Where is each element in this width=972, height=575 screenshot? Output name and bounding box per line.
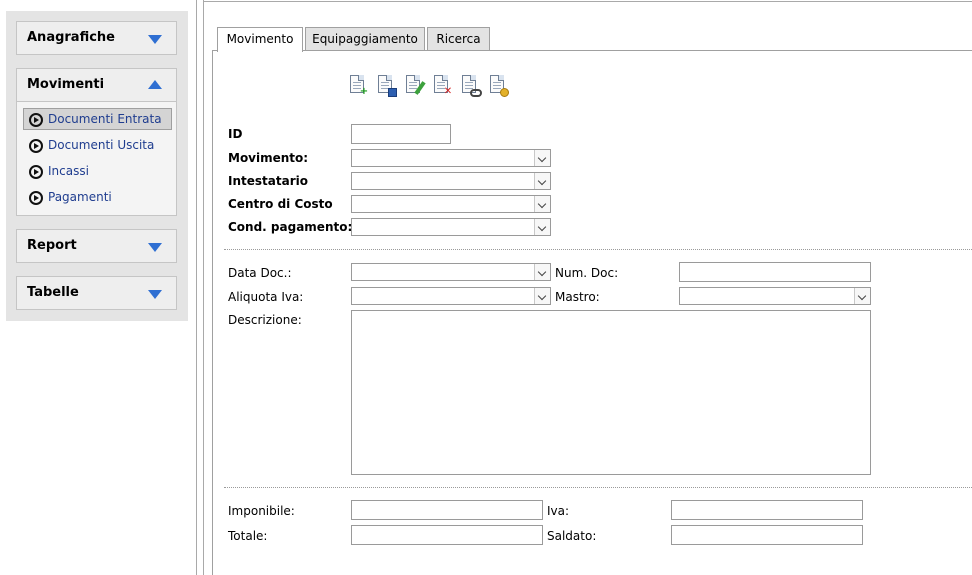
chevron-down-icon: [148, 290, 162, 299]
edit-document-icon[interactable]: [405, 75, 426, 97]
sidebar-item-documenti-uscita[interactable]: Documenti Uscita: [23, 134, 172, 156]
search-document-icon[interactable]: [461, 75, 482, 97]
section-divider: [224, 487, 972, 488]
sidebar-item-label: Documenti Entrata: [48, 112, 162, 126]
intestatario-select[interactable]: [351, 172, 551, 190]
delete-document-icon[interactable]: ✕: [433, 75, 453, 97]
accordion-tabelle[interactable]: Tabelle: [16, 276, 177, 310]
centro-costo-select[interactable]: [351, 195, 551, 213]
descrizione-label: Descrizione:: [228, 313, 302, 327]
cond-pagamento-label: Cond. pagamento:: [228, 220, 353, 234]
accordion-anagrafiche[interactable]: Anagrafiche: [16, 21, 177, 55]
print-document-icon[interactable]: [489, 75, 509, 97]
chevron-down-icon[interactable]: [534, 219, 550, 235]
accordion-movimenti-label: Movimenti: [27, 77, 105, 92]
descrizione-textarea[interactable]: [351, 310, 871, 475]
save-document-icon[interactable]: [377, 75, 397, 97]
sidebar-item-incassi[interactable]: Incassi: [23, 160, 172, 182]
tab-movimento[interactable]: Movimento: [217, 27, 303, 52]
saldato-field[interactable]: [671, 525, 863, 545]
num-doc-label: Num. Doc:: [555, 266, 619, 280]
play-circle-icon: [29, 139, 43, 153]
accordion-tabelle-label: Tabelle: [27, 285, 79, 300]
chevron-up-icon: [148, 80, 162, 89]
data-doc-label: Data Doc.:: [228, 266, 292, 280]
tab-equipaggiamento-label: Equipaggiamento: [312, 32, 418, 46]
tab-movimento-label: Movimento: [226, 32, 294, 46]
cond-pagamento-select[interactable]: [351, 218, 551, 236]
aliquota-iva-label: Aliquota Iva:: [228, 290, 304, 304]
movimento-select[interactable]: [351, 149, 551, 167]
sidebar-item-label: Incassi: [48, 164, 89, 178]
accordion-movimenti[interactable]: Movimenti: [16, 68, 177, 102]
totale-field[interactable]: [351, 525, 543, 545]
accordion-report[interactable]: Report: [16, 229, 177, 263]
id-field[interactable]: [351, 124, 451, 144]
chevron-down-icon[interactable]: [534, 264, 550, 280]
sidebar-item-label: Documenti Uscita: [48, 138, 155, 152]
sidebar-item-label: Pagamenti: [48, 190, 112, 204]
mastro-select[interactable]: [679, 287, 871, 305]
totale-label: Totale:: [228, 529, 268, 543]
splitter-bar[interactable]: [196, 0, 197, 575]
aliquota-iva-select[interactable]: [351, 287, 551, 305]
chevron-down-icon[interactable]: [534, 150, 550, 166]
sidebar-item-documenti-entrata[interactable]: Documenti Entrata: [23, 108, 172, 130]
top-border: [203, 1, 972, 2]
centro-costo-label: Centro di Costo: [228, 197, 333, 211]
new-document-icon[interactable]: +: [349, 75, 369, 97]
saldato-label: Saldato:: [547, 529, 597, 543]
accordion-anagrafiche-label: Anagrafiche: [27, 30, 115, 45]
chevron-down-icon[interactable]: [534, 173, 550, 189]
section-divider: [224, 249, 972, 250]
chevron-down-icon: [148, 243, 162, 252]
imponibile-label: Imponibile:: [228, 504, 295, 518]
sidebar-item-pagamenti[interactable]: Pagamenti: [23, 186, 172, 208]
imponibile-field[interactable]: [351, 500, 543, 520]
accordion-report-label: Report: [27, 238, 77, 253]
play-circle-icon: [29, 113, 43, 127]
play-circle-icon: [29, 165, 43, 179]
data-doc-select[interactable]: [351, 263, 551, 281]
chevron-down-icon[interactable]: [854, 288, 870, 304]
play-circle-icon: [29, 191, 43, 205]
intestatario-label: Intestatario: [228, 174, 308, 188]
num-doc-field[interactable]: [679, 262, 871, 282]
chevron-down-icon[interactable]: [534, 288, 550, 304]
splitter-border: [203, 0, 204, 575]
id-label: ID: [228, 127, 243, 141]
mastro-label: Mastro:: [555, 290, 600, 304]
movimenti-panel: Documenti Entrata Documenti Uscita Incas…: [16, 102, 177, 216]
tab-equipaggiamento[interactable]: Equipaggiamento: [305, 27, 425, 51]
chevron-down-icon: [148, 35, 162, 44]
sidebar: Anagrafiche Movimenti Documenti Entrata …: [6, 11, 188, 321]
iva-field[interactable]: [671, 500, 863, 520]
tab-ricerca[interactable]: Ricerca: [427, 27, 490, 51]
tab-ricerca-label: Ricerca: [436, 32, 481, 46]
iva-label: Iva:: [547, 504, 570, 518]
movimento-label: Movimento:: [228, 151, 309, 165]
chevron-down-icon[interactable]: [534, 196, 550, 212]
